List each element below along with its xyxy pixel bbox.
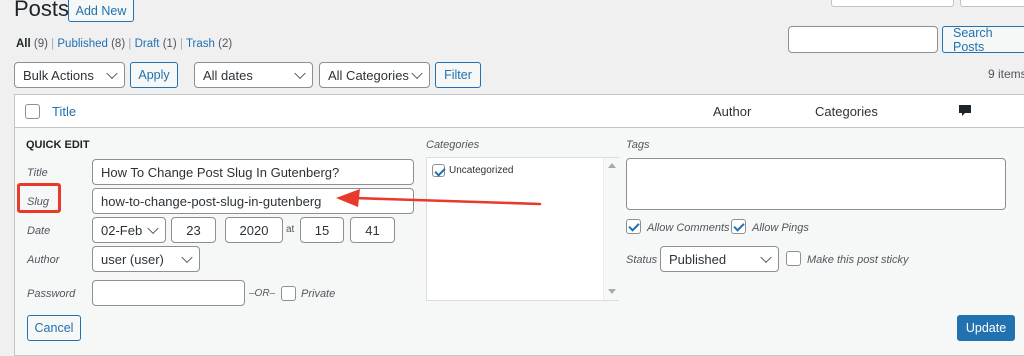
slug-highlight-box: [17, 183, 61, 213]
chevron-down-icon: [181, 251, 193, 264]
bulk-actions-select[interactable]: Bulk Actions: [14, 62, 125, 88]
hour-input[interactable]: 15: [300, 217, 344, 243]
search-posts-button[interactable]: Search Posts: [942, 26, 1024, 54]
comment-icon[interactable]: [958, 104, 972, 118]
chevron-down-icon: [106, 67, 118, 80]
categories-value: All Categories: [328, 67, 409, 83]
categories-heading: Categories: [426, 139, 480, 151]
minute-input[interactable]: 41: [350, 217, 395, 243]
apply-button[interactable]: Apply: [130, 62, 178, 88]
search-input[interactable]: [788, 26, 938, 53]
tags-textarea[interactable]: [626, 158, 1006, 210]
password-label: Password: [27, 288, 76, 300]
allow-pings-checkbox[interactable]: [731, 219, 746, 234]
filter-separator: |: [179, 38, 183, 50]
filter-separator: |: [128, 38, 132, 50]
filter-published[interactable]: Published (8): [57, 38, 125, 50]
bulk-actions-value: Bulk Actions: [23, 67, 94, 83]
author-label: Author: [27, 254, 60, 266]
or-text: –OR–: [249, 288, 276, 299]
uncategorized-checkbox[interactable]: [432, 164, 445, 177]
filter-draft[interactable]: Draft (1): [135, 38, 177, 50]
allow-pings-label: Allow Pings: [752, 222, 809, 234]
status-label: Status: [626, 254, 658, 266]
column-categories: Categories: [815, 104, 878, 119]
tags-heading: Tags: [626, 139, 650, 151]
quick-edit-heading: QUICK EDIT: [26, 139, 90, 151]
at-text: at: [286, 224, 295, 235]
chevron-down-icon: [760, 251, 772, 264]
column-author: Author: [713, 104, 752, 119]
sticky-checkbox[interactable]: [786, 251, 801, 266]
author-value: user (user): [101, 251, 164, 267]
sticky-label: Make this post sticky: [807, 254, 909, 266]
scroll-down-icon[interactable]: [608, 289, 616, 294]
status-filters: All (9) | Published (8) | Draft (1) | Tr…: [16, 38, 232, 50]
private-checkbox[interactable]: [281, 286, 296, 301]
allow-comments-label: Allow Comments: [647, 222, 730, 234]
title-label: Title: [27, 167, 48, 179]
month-value: 02-Feb: [101, 222, 143, 238]
categories-select[interactable]: All Categories: [319, 62, 430, 88]
status-select[interactable]: Published: [660, 246, 779, 272]
date-label: Date: [27, 225, 51, 237]
password-input[interactable]: [92, 280, 245, 306]
month-select[interactable]: 02-Feb: [92, 217, 166, 243]
checklist-scrollbar[interactable]: [603, 158, 619, 300]
private-label: Private: [301, 288, 336, 300]
filter-all[interactable]: All (9): [16, 38, 48, 50]
chevron-down-icon: [147, 222, 159, 235]
posts-table: Title Author Categories QUICK EDIT Title…: [14, 94, 1024, 356]
update-button[interactable]: Update: [957, 315, 1015, 341]
day-input[interactable]: 23: [171, 217, 216, 243]
screen-options-tab[interactable]: [831, 0, 954, 7]
year-input[interactable]: 2020: [225, 217, 283, 243]
scroll-up-icon[interactable]: [608, 163, 616, 168]
page-title: Posts: [14, 0, 70, 21]
dates-select[interactable]: All dates: [194, 62, 313, 88]
items-count: 9 items: [988, 67, 1024, 81]
annotation-arrow-icon: [336, 189, 542, 207]
help-tab[interactable]: [960, 0, 1024, 7]
title-input[interactable]: How To Change Post Slug In Gutenberg?: [92, 159, 414, 185]
dates-value: All dates: [203, 67, 253, 83]
column-title[interactable]: Title: [52, 104, 76, 119]
chevron-down-icon: [411, 67, 423, 80]
uncategorized-label: Uncategorized: [449, 165, 514, 176]
add-new-button[interactable]: Add New: [68, 0, 134, 22]
select-all-checkbox[interactable]: [25, 104, 40, 119]
cancel-button[interactable]: Cancel: [27, 315, 81, 341]
chevron-down-icon: [294, 67, 306, 80]
category-checklist[interactable]: Uncategorized: [426, 157, 619, 301]
status-value: Published: [669, 251, 727, 267]
filter-separator: |: [51, 38, 55, 50]
author-select[interactable]: user (user): [92, 246, 200, 272]
filter-trash[interactable]: Trash (2): [186, 38, 232, 50]
filter-button[interactable]: Filter: [435, 62, 481, 88]
table-header-row: Title Author Categories: [15, 95, 1024, 128]
quick-edit-panel: QUICK EDIT Title How To Change Post Slug…: [15, 128, 1024, 355]
allow-comments-checkbox[interactable]: [626, 219, 641, 234]
